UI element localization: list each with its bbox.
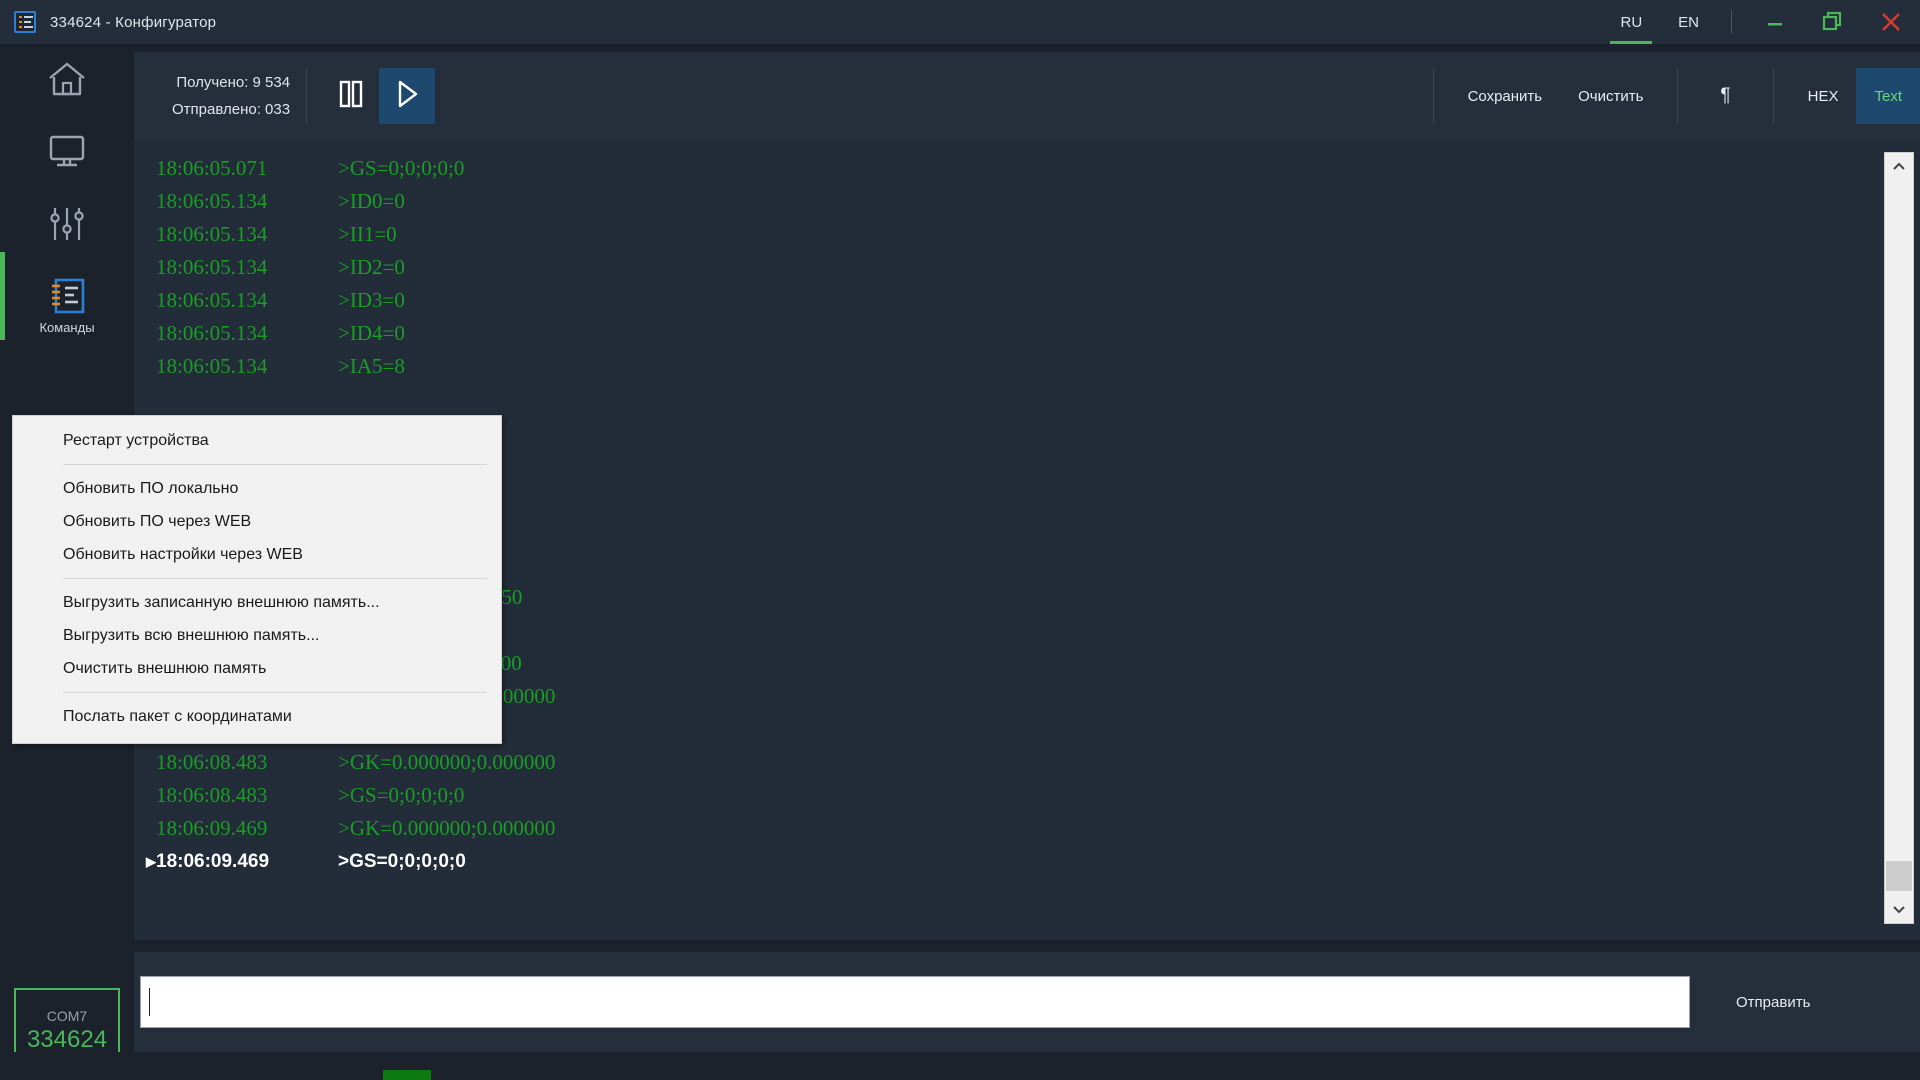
play-icon bbox=[394, 79, 420, 114]
log-line[interactable]: 18:06:05.134 >ID3=0 bbox=[134, 284, 1878, 317]
toolbar-divider-4 bbox=[1772, 68, 1774, 124]
send-button[interactable]: Отправить bbox=[1736, 994, 1810, 1011]
log-line-message: >GK=0.000000;0.000000 bbox=[338, 816, 556, 840]
pause-button[interactable] bbox=[323, 68, 379, 124]
sidebar-item-settings[interactable] bbox=[0, 188, 134, 260]
console-scrollbar[interactable] bbox=[1884, 152, 1914, 924]
log-line-timestamp: 18:06:08.483 bbox=[156, 750, 268, 774]
list-notebook-icon bbox=[14, 11, 36, 33]
log-line[interactable]: 18:06:05.134 >ID2=0 bbox=[134, 251, 1878, 284]
close-button[interactable] bbox=[1862, 0, 1920, 44]
lang-button-en[interactable]: EN bbox=[1660, 0, 1717, 44]
titlebar: 334624 - Конфигуратор RU EN bbox=[0, 0, 1920, 44]
log-line-message: >GS=0;0;0;0;0 bbox=[338, 156, 465, 180]
log-line-timestamp: 18:06:05.134 bbox=[156, 288, 268, 312]
log-line-timestamp: 18:06:09.469 bbox=[156, 850, 270, 872]
hex-mode-button[interactable]: HEX bbox=[1790, 68, 1857, 124]
restore-button[interactable] bbox=[1804, 0, 1862, 44]
com-port-label: COM7 bbox=[46, 1007, 88, 1024]
log-line[interactable]: 18:06:09.469 >GK=0.000000;0.000000 bbox=[134, 812, 1878, 845]
log-line-message: >GS=0;0;0;0;0 bbox=[338, 783, 465, 807]
status-progress-indicator bbox=[383, 1070, 431, 1080]
log-line-timestamp: 18:06:05.134 bbox=[156, 189, 268, 213]
log-line-message: >ID4=0 bbox=[338, 321, 405, 345]
log-line[interactable]: 18:06:08.483 >GS=0;0;0;0;0 bbox=[134, 779, 1878, 812]
sliders-icon bbox=[47, 204, 87, 244]
log-line-marker: ▶ bbox=[146, 853, 156, 869]
statusbar bbox=[0, 1052, 1920, 1080]
log-line[interactable] bbox=[134, 383, 1878, 416]
scroll-up-button[interactable] bbox=[1885, 153, 1913, 181]
context-menu-item[interactable]: Очистить внешнюю память bbox=[13, 652, 501, 685]
titlebar-right-controls: RU EN bbox=[1602, 0, 1920, 44]
minimize-button[interactable] bbox=[1746, 0, 1804, 44]
log-line-timestamp: 18:06:05.134 bbox=[156, 321, 268, 345]
com-device-id: 334624 bbox=[26, 1025, 108, 1053]
log-line-timestamp: 18:06:05.071 bbox=[156, 156, 268, 180]
log-line[interactable]: 18:06:05.134 >IA5=8 bbox=[134, 350, 1878, 383]
log-line[interactable]: 18:06:05.134 >ID4=0 bbox=[134, 317, 1878, 350]
titlebar-divider bbox=[1731, 10, 1732, 34]
log-line-timestamp: 18:06:05.134 bbox=[156, 354, 268, 378]
context-menu-item[interactable]: Обновить настройки через WEB bbox=[13, 538, 501, 571]
log-line-timestamp: 18:06:09.469 bbox=[156, 816, 268, 840]
pause-icon bbox=[337, 79, 365, 114]
command-input[interactable] bbox=[140, 976, 1690, 1028]
context-menu[interactable]: Рестарт устройства Обновить ПО локально Об… bbox=[12, 415, 502, 744]
context-menu-item[interactable]: Рестарт устройства bbox=[13, 424, 501, 457]
context-menu-separator bbox=[63, 692, 487, 693]
log-line-timestamp: 18:06:05.134 bbox=[156, 255, 268, 279]
sidebar-item-commands-label: Команды bbox=[39, 320, 95, 335]
text-caret bbox=[149, 988, 150, 1016]
log-line-timestamp: 18:06:08.483 bbox=[156, 783, 268, 807]
commands-notebook-icon bbox=[47, 277, 87, 315]
context-menu-item[interactable]: Выгрузить записанную внешнюю память... bbox=[13, 586, 501, 619]
lang-button-ru[interactable]: RU bbox=[1602, 0, 1660, 44]
sidebar-item-monitor[interactable] bbox=[0, 116, 134, 188]
scroll-down-button[interactable] bbox=[1885, 895, 1913, 923]
play-button[interactable] bbox=[379, 68, 436, 124]
log-line[interactable]: 18:06:05.071 >GS=0;0;0;0;0 bbox=[134, 152, 1878, 185]
counters: Получено: 9 534 Отправлено: 033 bbox=[172, 69, 290, 123]
monitor-icon bbox=[46, 133, 88, 171]
scrollbar-thumb[interactable] bbox=[1886, 861, 1912, 891]
toolbar-divider-3 bbox=[1677, 68, 1679, 124]
log-line-timestamp: 18:06:05.134 bbox=[156, 222, 268, 246]
context-menu-separator bbox=[63, 464, 487, 465]
log-line-message: >IA5=8 bbox=[338, 354, 405, 378]
context-menu-item[interactable]: Обновить ПО локально bbox=[13, 472, 501, 505]
log-line[interactable]: ▶ 18:06:09.469 >GS=0;0;0;0;0 bbox=[134, 845, 1878, 878]
sent-count: Отправлено: 033 bbox=[172, 101, 291, 118]
context-menu-item[interactable]: Обновить ПО через WEB bbox=[13, 505, 501, 538]
log-line-message: >II1=0 bbox=[338, 222, 397, 246]
toolbar-divider-1 bbox=[306, 68, 308, 124]
log-line[interactable]: 18:06:05.134 >II1=0 bbox=[134, 218, 1878, 251]
text-mode-button[interactable]: Text bbox=[1856, 68, 1920, 124]
send-bar: Отправить bbox=[134, 952, 1920, 1052]
received-count: Получено: 9 534 bbox=[176, 74, 291, 91]
log-line-message: >ID2=0 bbox=[338, 255, 405, 279]
log-line-message: >GS=0;0;0;0;0 bbox=[338, 850, 466, 872]
log-line-message: >ID0=0 bbox=[338, 189, 405, 213]
show-pilcrow-button[interactable]: ¶ bbox=[1694, 68, 1756, 124]
context-menu-separator bbox=[63, 578, 487, 579]
toolbar-divider-2 bbox=[1432, 68, 1434, 124]
sidebar-item-home[interactable] bbox=[0, 44, 134, 116]
context-menu-item[interactable]: Послать пакет с координатами bbox=[13, 700, 501, 733]
home-icon bbox=[46, 60, 88, 100]
context-menu-item[interactable]: Выгрузить всю внешнюю память... bbox=[13, 619, 501, 652]
log-line[interactable]: 18:06:08.483 >GK=0.000000;0.000000 bbox=[134, 746, 1878, 779]
window-title: 334624 - Конфигуратор bbox=[50, 13, 217, 31]
clear-button[interactable]: Очистить bbox=[1560, 68, 1661, 124]
toolbar: Получено: 9 534 Отправлено: 033 Сохранит… bbox=[134, 52, 1920, 140]
log-line-message: >GK=0.000000;0.000000 bbox=[338, 750, 556, 774]
log-line-message: >ID3=0 bbox=[338, 288, 405, 312]
save-button[interactable]: Сохранить bbox=[1450, 68, 1561, 124]
log-line[interactable]: 18:06:05.134 >ID0=0 bbox=[134, 185, 1878, 218]
